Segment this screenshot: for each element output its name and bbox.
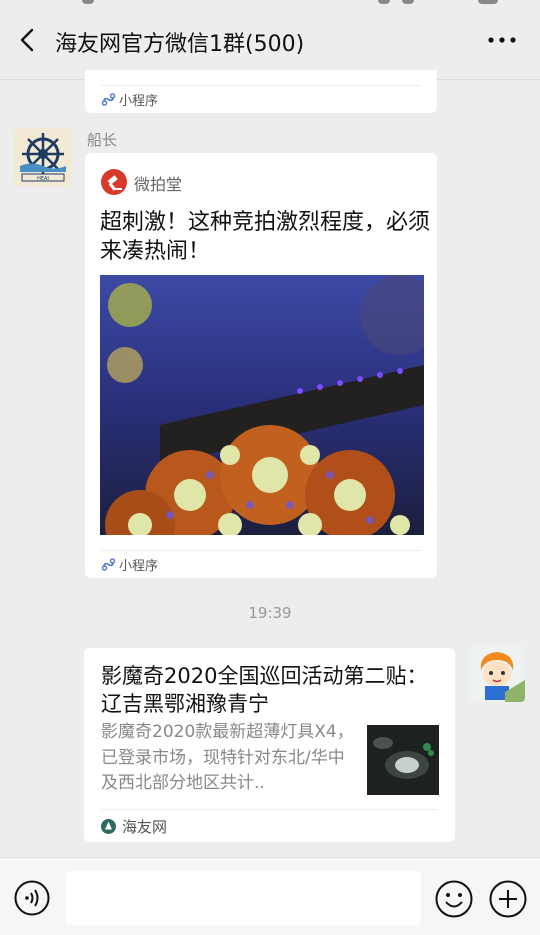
mini-program-label: 小程序 (119, 94, 159, 109)
mini-program-icon (101, 93, 116, 106)
message-input[interactable] (66, 871, 421, 925)
chat-title: 海友网官方微信1群(500) (55, 32, 305, 57)
status-bar-fragment (0, 0, 540, 6)
sender-name: 船长 (87, 131, 118, 149)
link-source: 海友网 (101, 809, 438, 842)
input-bar (0, 857, 540, 935)
captain-avatar[interactable]: HEAI (14, 128, 72, 186)
link-share-card[interactable]: 影魔奇2020全国巡回活动第二贴： 辽吉黑鄂湘豫青宁 影魔奇2020款最新超薄灯… (84, 648, 455, 842)
link-description: 影魔奇2020款最新超薄灯具X4，已登录市场，现特针对东北/华中及西北部分地区共… (101, 722, 354, 793)
mini-program-footer: 小程序 (101, 85, 421, 113)
cartoon-boy-icon (469, 646, 525, 702)
link-title: 影魔奇2020全国巡回活动第二贴： 辽吉黑鄂湘豫青宁 (101, 664, 428, 716)
captain-mini-program-card[interactable]: 微拍堂 超刺激！这种竞拍激烈程度，必须来凑热闹！ 小程序 (85, 153, 437, 578)
link-thumbnail (367, 725, 439, 795)
svg-text:HEAI: HEAI (37, 176, 49, 182)
message-timestamp: 19:39 (248, 604, 292, 622)
mini-program-icon (101, 558, 116, 571)
previous-mini-program-card[interactable]: 小程序 (85, 70, 437, 113)
chat-header: 海友网官方微信1群(500) (0, 0, 540, 80)
self-avatar[interactable] (469, 646, 525, 702)
link-source-name: 海友网 (122, 817, 168, 836)
coral-image (100, 275, 424, 535)
more-icon[interactable] (486, 30, 518, 50)
voice-icon[interactable] (14, 880, 50, 916)
emoji-icon[interactable] (435, 880, 473, 918)
mini-program-label: 小程序 (119, 559, 159, 574)
weipaitang-logo-icon (101, 169, 127, 195)
haiyouwang-logo-icon (101, 818, 116, 834)
back-icon[interactable] (14, 26, 42, 54)
plus-icon[interactable] (489, 880, 527, 918)
source-name: 微拍堂 (134, 175, 183, 194)
ship-wheel-icon: HEAI (14, 128, 72, 186)
card-title: 超刺激！这种竞拍激烈程度，必须来凑热闹！ (100, 210, 431, 264)
mini-program-footer: 小程序 (101, 550, 421, 578)
